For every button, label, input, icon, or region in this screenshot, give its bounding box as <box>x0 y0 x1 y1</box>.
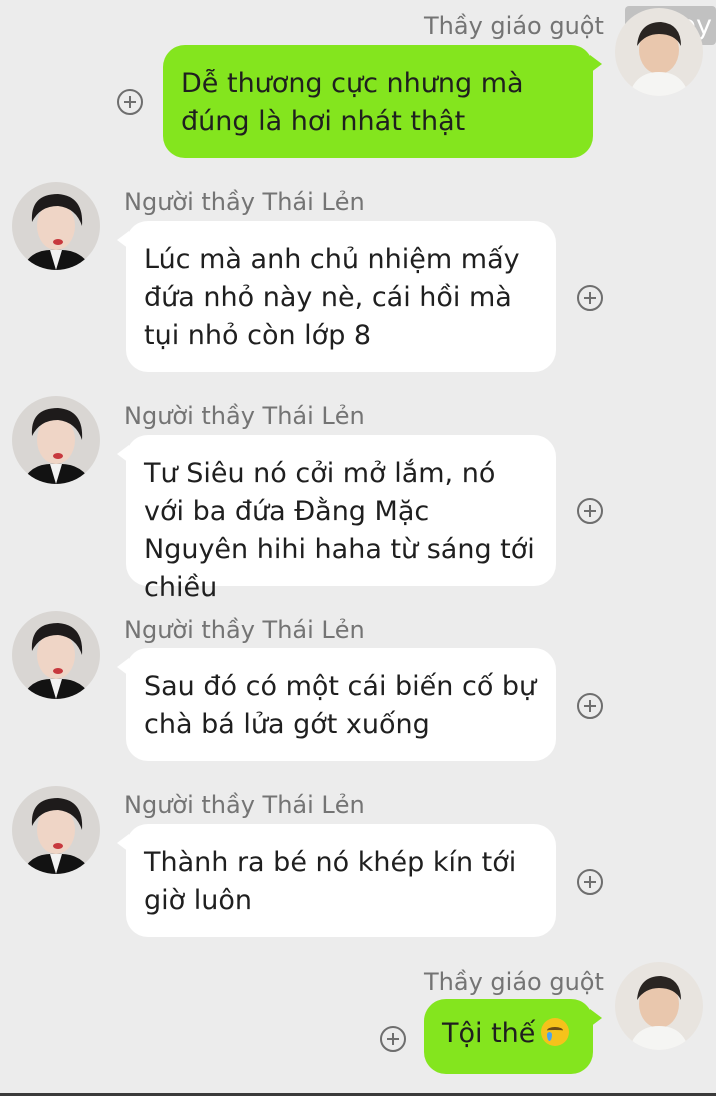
message-bubble[interactable]: Sau đó có một cái biến cố bự chà bá lửa … <box>117 648 556 761</box>
message-bubble[interactable]: Lúc mà anh chủ nhiệm mấy đứa nhỏ này nè,… <box>117 221 556 372</box>
sender-name: Người thầy Thái Lẻn <box>124 616 365 644</box>
message-text: Dễ thương cực nhưng mà đúng là hơi nhát … <box>181 68 524 137</box>
avatar[interactable] <box>12 786 100 874</box>
message-bubble[interactable]: Dễ thương cực nhưng mà đúng là hơi nhát … <box>163 45 602 158</box>
add-reaction-icon[interactable] <box>117 89 143 115</box>
add-reaction-icon[interactable] <box>380 1026 406 1052</box>
message-text: Lúc mà anh chủ nhiệm mấy đứa nhỏ này nè,… <box>144 244 520 351</box>
avatar[interactable] <box>615 962 703 1050</box>
add-reaction-icon[interactable] <box>577 693 603 719</box>
message-text: Tội thế <box>442 1018 536 1049</box>
sender-name: Người thầy Thái Lẻn <box>124 791 365 819</box>
add-reaction-icon[interactable] <box>577 498 603 524</box>
message-text: Thành ra bé nó khép kín tới giờ luôn <box>144 847 517 916</box>
avatar[interactable] <box>12 182 100 270</box>
message-text: Sau đó có một cái biến cố bự chà bá lửa … <box>144 671 537 740</box>
sender-name: Thầy giáo guột <box>424 12 604 40</box>
avatar[interactable] <box>12 396 100 484</box>
sender-name: Người thầy Thái Lẻn <box>124 402 365 430</box>
add-reaction-icon[interactable] <box>577 869 603 895</box>
crying-face-icon <box>541 1018 570 1046</box>
message-text: Tư Siêu nó cởi mở lắm, nó với ba đứa Đằn… <box>144 458 535 603</box>
message-bubble[interactable]: Tư Siêu nó cởi mở lắm, nó với ba đứa Đằn… <box>117 435 556 603</box>
message-bubble[interactable]: Tội thế <box>424 999 602 1074</box>
sender-name: Thầy giáo guột <box>424 968 604 996</box>
message-bubble[interactable]: Thành ra bé nó khép kín tới giờ luôn <box>117 824 556 937</box>
avatar[interactable] <box>12 611 100 699</box>
avatar[interactable] <box>615 8 703 96</box>
add-reaction-icon[interactable] <box>577 285 603 311</box>
sender-name: Người thầy Thái Lẻn <box>124 188 365 216</box>
